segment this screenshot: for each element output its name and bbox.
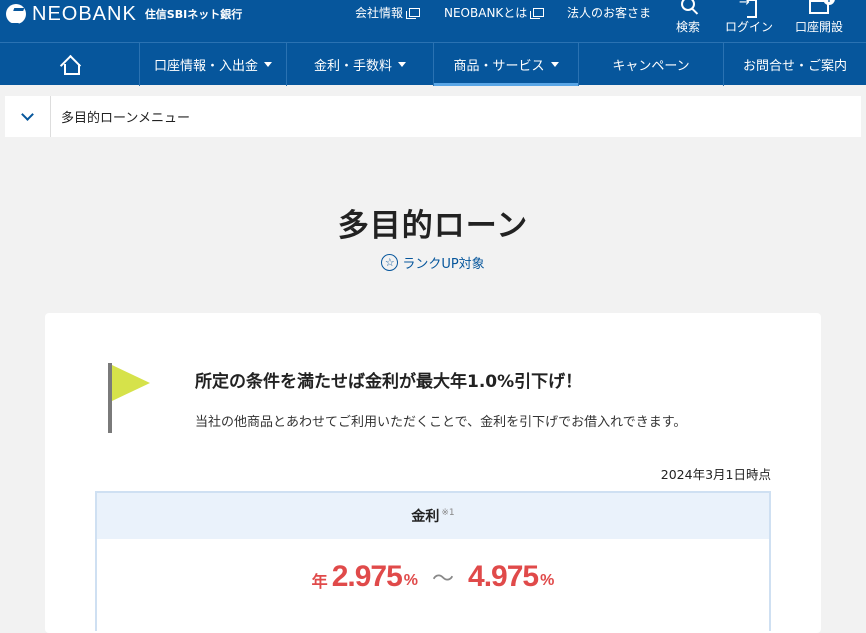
sub-menu-bar: 多目的ローンメニュー — [5, 96, 861, 137]
new-window-icon — [530, 8, 545, 19]
rate-footnote-marker[interactable]: ※1 — [441, 508, 454, 518]
search-button[interactable]: 検索 — [660, 0, 716, 42]
nav-contact[interactable]: お問合せ・ご案内 — [724, 43, 866, 86]
nav-products-services[interactable]: 商品・サービス — [434, 43, 579, 86]
open-account-icon — [809, 0, 835, 14]
corporate-link[interactable]: 法人のお客さま — [567, 4, 651, 21]
nav-products-services-label: 商品・サービス — [453, 59, 545, 74]
flag-icon — [112, 365, 150, 401]
chevron-down-icon — [21, 107, 34, 121]
caret-down-icon — [264, 62, 272, 67]
nav-account-info[interactable]: 口座情報・入出金 — [140, 43, 287, 86]
logo-subtitle: 住信SBIネット銀行 — [144, 8, 243, 21]
sub-menu-label[interactable]: 多目的ローンメニュー — [61, 107, 190, 126]
nav-contact-label: お問合せ・ご案内 — [742, 59, 847, 74]
about-neobank-link[interactable]: NEOBANKとは — [444, 4, 545, 21]
about-neobank-label: NEOBANKとは — [444, 6, 528, 20]
rate-header: 金利 ※1 — [97, 493, 769, 539]
rank-up-link[interactable]: ☆ ランクUP対象 — [0, 253, 866, 272]
login-button[interactable]: ログイン — [721, 0, 777, 42]
nav-account-info-label: 口座情報・入出金 — [153, 59, 258, 74]
nav-rates-fees[interactable]: 金利・手数料 — [287, 43, 434, 86]
promo-title: 所定の条件を満たせば金利が最大年1.0%引下げ！ — [195, 372, 583, 392]
corporate-label: 法人のお客さま — [567, 6, 652, 20]
page-title: 多目的ローン — [337, 208, 529, 244]
company-info-label: 会社情報 — [355, 6, 404, 20]
caret-down-icon — [398, 62, 406, 67]
rate-min-unit: % — [403, 572, 418, 589]
rank-up-label: ランクUP対象 — [402, 257, 485, 272]
star-icon: ☆ — [381, 254, 399, 271]
open-account-label: 口座開設 — [794, 20, 843, 34]
new-window-icon — [406, 8, 421, 19]
login-label: ログイン — [724, 20, 773, 34]
as-of-date: 2024年3月1日時点 — [660, 467, 771, 482]
company-info-link[interactable]: 会社情報 — [355, 4, 421, 21]
rate-max-unit: % — [540, 572, 555, 589]
promo-subtitle: 当社の他商品とあわせてご利用いただくことで、金利を引下げでお借入れできます。 — [195, 415, 687, 430]
login-icon — [739, 0, 757, 18]
top-bar: NEOBANK 住信SBIネット銀行 会社情報 NEOBANKとは 法人のお客さ… — [0, 0, 866, 42]
rate-range: 年 2.975 % 〜 4.975 % — [97, 539, 769, 615]
logo-text: NEOBANK — [32, 2, 137, 25]
home-icon — [61, 57, 80, 75]
nav-campaign[interactable]: キャンペーン — [579, 43, 724, 86]
search-icon — [681, 0, 695, 11]
rate-min: 2.975 — [331, 560, 403, 593]
logo[interactable]: NEOBANK 住信SBIネット銀行 — [6, 3, 242, 25]
rate-box: 金利 ※1 年 2.975 % 〜 4.975 % — [95, 491, 771, 631]
sub-menu-toggle[interactable] — [5, 96, 51, 137]
nav-rates-fees-label: 金利・手数料 — [313, 59, 392, 74]
rate-separator: 〜 — [432, 566, 455, 591]
nav-home[interactable] — [0, 43, 140, 86]
rate-max: 4.975 — [468, 560, 539, 593]
loan-card: 所定の条件を満たせば金利が最大年1.0%引下げ！ 当社の他商品とあわせてご利用い… — [45, 313, 821, 633]
caret-down-icon — [550, 62, 559, 67]
main-nav: 口座情報・入出金 金利・手数料 商品・サービス キャンペーン お問合せ・ご案内 — [0, 42, 866, 86]
search-label: 検索 — [675, 20, 700, 34]
rate-prefix: 年 — [311, 574, 328, 591]
logo-mark-icon — [6, 4, 26, 24]
open-account-button[interactable]: 口座開設 — [791, 0, 847, 42]
nav-campaign-label: キャンペーン — [612, 59, 690, 74]
rate-header-label: 金利 — [411, 509, 440, 525]
